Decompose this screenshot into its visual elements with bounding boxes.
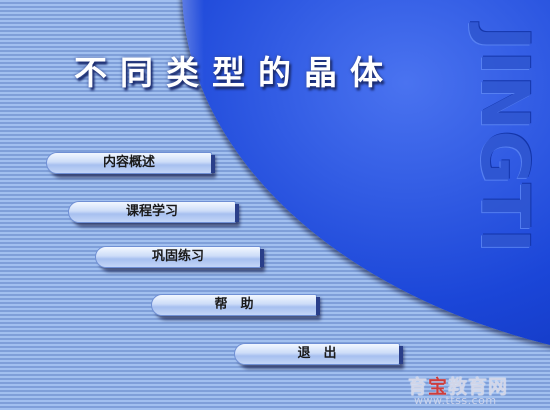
- course-study-button[interactable]: 课程学习: [68, 201, 239, 223]
- button-edge: [399, 346, 403, 364]
- content-overview-label: 内容概述: [102, 155, 155, 170]
- button-edge: [316, 297, 320, 315]
- course-study-label: 课程学习: [125, 204, 178, 219]
- button-edge: [260, 249, 264, 267]
- site-watermark-url: www.ttss.com: [414, 394, 497, 407]
- button-edge: [235, 204, 239, 222]
- main-screen: JINGTI 不同类型的晶体 内容概述 课程学习 巩固练习 帮 助 退 出 育宝…: [0, 0, 550, 410]
- site-watermark: 育宝教育网 www.ttss.com: [408, 372, 550, 410]
- practice-button[interactable]: 巩固练习: [95, 246, 264, 268]
- content-overview-button[interactable]: 内容概述: [46, 152, 215, 174]
- help-button[interactable]: 帮 助: [151, 294, 320, 316]
- vertical-watermark-text: JINGTI: [466, 26, 543, 253]
- page-title: 不同类型的晶体: [74, 53, 396, 92]
- exit-label: 退 出: [297, 346, 337, 361]
- help-label: 帮 助: [214, 297, 254, 312]
- button-edge: [211, 155, 215, 173]
- exit-button[interactable]: 退 出: [234, 343, 403, 365]
- practice-label: 巩固练习: [151, 249, 204, 264]
